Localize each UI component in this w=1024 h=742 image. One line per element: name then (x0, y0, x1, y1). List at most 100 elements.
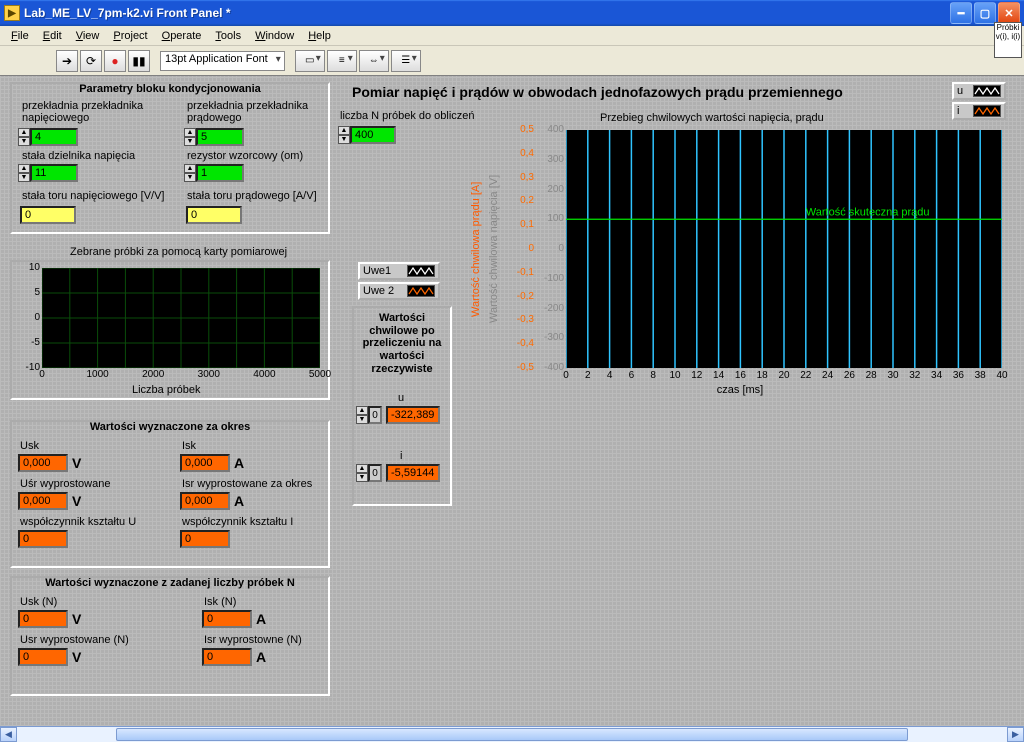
legend-label-u: u (957, 85, 969, 97)
value-usr: 0,000 (18, 492, 68, 510)
menu-view[interactable]: View (69, 28, 107, 44)
menu-tools[interactable]: Tools (208, 28, 248, 44)
scroll-left-button[interactable]: ◀ (0, 727, 17, 742)
legend-label-uwe2: Uwe 2 (363, 285, 403, 297)
scroll-right-button[interactable]: ▶ (1007, 727, 1024, 742)
value-rezystor[interactable]: 1 (196, 164, 244, 182)
horizontal-scrollbar[interactable]: ◀ ▶ (0, 726, 1024, 742)
control-przekladnia-napieciowa[interactable]: ▲▼ 4 (18, 128, 78, 146)
unit-isk: A (234, 455, 244, 471)
label-przekladnia-napieciowa: przekładnia przekładnika napięciowego (22, 100, 162, 124)
params-frame: Parametry bloku kondycjonowania przekład… (10, 82, 330, 234)
window-close-button[interactable]: ✕ (998, 2, 1020, 24)
resize-objects-button[interactable]: ⇔ (359, 50, 389, 72)
inst-u-index[interactable]: 0 (368, 406, 382, 424)
big-chart[interactable]: Wartość skuteczna prądu (566, 130, 1002, 368)
label-isk: Isk (182, 440, 196, 452)
spin-down[interactable]: ▼ (184, 137, 196, 146)
legend-label-uwe1: Uwe1 (363, 265, 403, 277)
legend-swatch-i (973, 105, 1001, 117)
distribute-objects-button[interactable]: ≡ (327, 50, 357, 72)
spin-down[interactable]: ▼ (356, 473, 368, 482)
reorder-button[interactable]: ☰ (391, 50, 421, 72)
spin-down[interactable]: ▼ (18, 173, 30, 182)
spin-up[interactable]: ▲ (18, 164, 30, 173)
spin-down[interactable]: ▼ (356, 415, 368, 424)
control-rezystor[interactable]: ▲▼ 1 (184, 164, 244, 182)
control-stala-dzielnika[interactable]: ▲▼ 11 (18, 164, 78, 182)
samples-xlabel: Liczba próbek (132, 384, 201, 396)
front-panel: Pomiar napięć i prądów w obwodach jednof… (0, 76, 1024, 742)
spin-up[interactable]: ▲ (18, 128, 30, 137)
inst-i-control[interactable]: ▲▼ 0 -5,59144 (356, 464, 440, 482)
legend-item-uwe1[interactable]: Uwe1 (358, 262, 440, 280)
scroll-thumb[interactable] (116, 728, 908, 741)
unit-usr-n: V (72, 649, 81, 665)
value-stala-tor-u: 0 (20, 206, 76, 224)
value-usk: 0,000 (18, 454, 68, 472)
value-ku: 0 (18, 530, 68, 548)
menu-help[interactable]: Help (301, 28, 338, 44)
value-przekladnia-napieciowa[interactable]: 4 (30, 128, 78, 146)
spin-up[interactable]: ▲ (338, 126, 350, 135)
value-n-samples[interactable]: 400 (350, 126, 396, 144)
legend-item-uwe2[interactable]: Uwe 2 (358, 282, 440, 300)
spin-down[interactable]: ▼ (184, 173, 196, 182)
spin-down[interactable]: ▼ (338, 135, 350, 144)
run-button[interactable]: ➔ (56, 50, 78, 72)
spin-up[interactable]: ▲ (184, 128, 196, 137)
samples-chart[interactable] (42, 268, 320, 368)
big-chart-frame: Wartość skuteczna prądu Wartość chwilowa… (470, 126, 1010, 396)
label-usk: Usk (20, 440, 39, 452)
unit-isr-n: A (256, 649, 266, 665)
inst-i-label: i (400, 450, 402, 462)
label-isr-n: Isr wyprostowne (N) (204, 634, 302, 646)
window-maximize-button[interactable]: ▢ (974, 2, 996, 24)
menu-window[interactable]: Window (248, 28, 301, 44)
value-isr: 0,000 (180, 492, 230, 510)
menu-operate[interactable]: Operate (155, 28, 209, 44)
window-title: Lab_ME_LV_7pm-k2.vi Front Panel * (24, 6, 950, 20)
value-stala-dzielnika[interactable]: 11 (30, 164, 78, 182)
legend-item-i[interactable]: i (952, 102, 1006, 120)
inst-frame: Wartości chwilowe po przeliczeniu na war… (352, 306, 452, 506)
align-objects-button[interactable]: ▭ (295, 50, 325, 72)
legend-item-u[interactable]: u (952, 82, 1006, 100)
label-isk-n: Isk (N) (204, 596, 236, 608)
menu-bar: File Edit View Project Operate Tools Win… (0, 26, 1024, 46)
menu-edit[interactable]: Edit (36, 28, 69, 44)
spin-down[interactable]: ▼ (18, 137, 30, 146)
legend-label-i: i (957, 105, 969, 117)
unit-usk: V (72, 455, 81, 471)
window-minimize-button[interactable]: ━ (950, 2, 972, 24)
connector-pane-icon[interactable]: Próbki v(i), i(i) (994, 22, 1022, 58)
period-title: Wartości wyznaczone za okres (12, 421, 328, 433)
main-title: Pomiar napięć i prądów w obwodach jednof… (352, 84, 843, 100)
spin-up[interactable]: ▲ (356, 406, 368, 415)
font-selector[interactable]: 13pt Application Font (160, 51, 285, 71)
run-continuous-button[interactable]: ⟳ (80, 50, 102, 72)
label-stala-dzielnika: stała dzielnika napięcia (22, 150, 135, 162)
control-przekladnia-pradowa[interactable]: ▲▼ 5 (184, 128, 244, 146)
inst-u-control[interactable]: ▲▼ 0 -322,389 (356, 406, 440, 424)
legend-swatch-uwe2 (407, 285, 435, 297)
abort-button[interactable]: ● (104, 50, 126, 72)
unit-isk-n: A (256, 611, 266, 627)
legend-swatch-uwe1 (407, 265, 435, 277)
label-rezystor: rezystor wzorcowy (om) (187, 150, 303, 162)
label-ku: współczynnik kształtu U (20, 516, 136, 528)
spin-up[interactable]: ▲ (184, 164, 196, 173)
menu-file[interactable]: File (4, 28, 36, 44)
menu-project[interactable]: Project (106, 28, 154, 44)
pause-button[interactable]: ▮▮ (128, 50, 150, 72)
unit-usk-n: V (72, 611, 81, 627)
svg-text:Wartość skuteczna prądu: Wartość skuteczna prądu (806, 206, 930, 218)
value-przekladnia-pradowa[interactable]: 5 (196, 128, 244, 146)
inst-i-index[interactable]: 0 (368, 464, 382, 482)
scroll-track[interactable] (17, 727, 1007, 742)
control-n-samples[interactable]: ▲▼ 400 (338, 126, 396, 144)
label-usr: Uśr wyprostowane (20, 478, 110, 490)
legend-swatch-u (973, 85, 1001, 97)
value-isr-n: 0 (202, 648, 252, 666)
spin-up[interactable]: ▲ (356, 464, 368, 473)
